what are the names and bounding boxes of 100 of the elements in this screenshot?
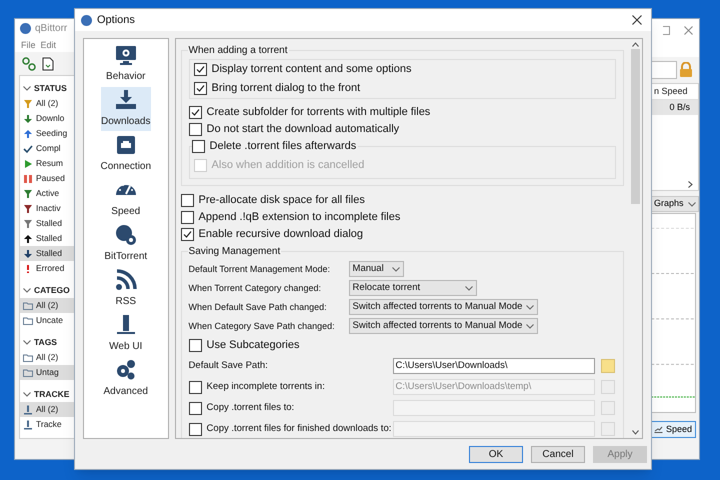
chart-icon	[654, 426, 663, 433]
checkbox[interactable]	[188, 123, 202, 136]
category-item[interactable]: BitTorrent	[100, 222, 151, 266]
play-icon	[23, 158, 33, 168]
dialog-button[interactable]: OK	[469, 446, 523, 462]
dialog-button[interactable]: Cancel	[531, 446, 585, 462]
speed-tab[interactable]: Speed	[651, 421, 696, 438]
sidebar-item[interactable]: Uncate	[20, 313, 74, 328]
up-arrow-icon	[23, 234, 33, 244]
checkbox[interactable]	[194, 82, 207, 95]
checkbox-label: Bring torrent dialog to the front	[212, 81, 360, 96]
window-title: qBittorr	[35, 22, 68, 36]
caret-icon	[464, 286, 473, 290]
sidebar-item[interactable]: Active	[20, 186, 74, 201]
table-cell: 0 B/s	[651, 100, 698, 115]
checkbox-label: Do not start the download automatically	[206, 122, 400, 138]
pause-icon	[23, 174, 33, 184]
checkbox-label: Use Subcategories	[206, 338, 300, 354]
group-title: Saving Management	[188, 244, 282, 259]
caret-icon	[526, 304, 534, 310]
dialog-title: Options	[97, 12, 136, 28]
search-field[interactable]	[651, 61, 677, 79]
down-arrow-icon	[23, 248, 33, 258]
checkbox[interactable]	[188, 106, 202, 119]
checkbox[interactable]	[194, 63, 207, 76]
sidebar-item[interactable]: Inactiv	[20, 201, 74, 216]
dropdown[interactable]: Switch affected torrents to Manual Mode	[348, 318, 538, 334]
category-item[interactable]: Downloads	[100, 87, 151, 131]
caret-icon	[23, 288, 31, 292]
checkbox[interactable]	[180, 194, 194, 207]
section-header[interactable]: CATEGO	[34, 284, 70, 296]
add-link-icon[interactable]	[22, 56, 36, 71]
menu-item[interactable]: File	[21, 38, 36, 52]
section-header[interactable]: TRACKE	[34, 388, 70, 400]
caret-icon	[392, 266, 400, 272]
rss-icon	[114, 268, 138, 292]
sidebar-item[interactable]: Resum	[20, 156, 74, 171]
sidebar-item[interactable]: All (2)	[20, 298, 74, 313]
app-logo-icon	[81, 14, 92, 26]
category-item[interactable]: Connection	[100, 132, 151, 176]
checkbox[interactable]	[180, 228, 194, 241]
sidebar-item[interactable]: Stalled	[20, 231, 74, 246]
graphs-dropdown[interactable]: Graphs	[651, 196, 699, 212]
menu-item[interactable]: Edit	[40, 38, 56, 52]
section-header[interactable]: STATUS	[34, 82, 67, 94]
field-label: Copy .torrent files for finished downloads to:	[206, 422, 392, 436]
sidebar-item[interactable]: All (2)	[20, 350, 74, 365]
checkbox-label: Enable recursive download dialog	[198, 227, 364, 242]
checkbox[interactable]	[180, 211, 194, 224]
caret-icon	[688, 202, 696, 206]
group-title: When adding a torrent	[188, 43, 288, 58]
sidebar-item[interactable]: Downlo	[20, 111, 74, 126]
category-item[interactable]: Web UI	[100, 312, 151, 356]
checkbox-label: Also when addition is cancelled	[212, 158, 364, 174]
caret-icon	[526, 324, 534, 328]
category-item[interactable]: Advanced	[100, 357, 151, 401]
field-label: Default Torrent Management Mode:	[188, 264, 330, 274]
scrollbar[interactable]	[629, 39, 642, 438]
dropdown[interactable]: Relocate torrent	[348, 280, 477, 296]
sidebar-item[interactable]: Tracke	[20, 417, 74, 432]
down-arrow-icon	[23, 114, 33, 124]
category-item[interactable]: Behavior	[100, 42, 151, 86]
add-file-icon[interactable]	[42, 56, 54, 71]
field-label: Default Save Path:	[188, 358, 268, 373]
scrollbar-thumb[interactable]	[631, 49, 640, 204]
path-field[interactable]: C:\Users\User\Downloads\	[392, 358, 595, 374]
sidebar-item[interactable]: Errored	[20, 261, 74, 276]
checkbox[interactable]	[188, 339, 202, 352]
checkmark-icon	[23, 144, 33, 154]
checkbox-label: Append .!qB extension to incomplete files	[198, 210, 400, 226]
sidebar-item[interactable]: Compl	[20, 141, 74, 156]
close-icon[interactable]	[632, 15, 642, 25]
up-arrow-icon	[23, 128, 33, 138]
scroll-right-icon[interactable]	[688, 180, 693, 188]
field-label: Keep incomplete torrents in:	[206, 380, 325, 394]
maximize-icon[interactable]	[663, 26, 670, 34]
sidebar-item[interactable]: All (2)	[20, 402, 74, 417]
sidebar-item[interactable]: Stalled	[20, 246, 74, 261]
checkbox[interactable]	[192, 140, 205, 153]
dropdown[interactable]: Manual	[348, 261, 404, 277]
app-logo-icon	[20, 23, 31, 34]
checkbox-label: Pre-allocate disk space for all files	[198, 193, 365, 208]
dropdown[interactable]: Switch affected torrents to Manual Mode	[348, 299, 538, 315]
sidebar-item[interactable]: Seeding	[20, 126, 74, 141]
sidebar-item[interactable]: Untag	[20, 365, 74, 380]
checkbox-label: Create subfolder for torrents with multiple files	[206, 105, 430, 120]
sidebar-item[interactable]: Stalled	[20, 216, 74, 231]
sidebar-item[interactable]: All (2)	[20, 96, 74, 111]
field-label: When Torrent Category changed:	[188, 282, 321, 293]
category-item[interactable]: RSS	[100, 267, 151, 311]
field-label: When Default Save Path changed:	[188, 302, 327, 312]
tracker-icon	[23, 420, 33, 430]
section-header[interactable]: TAGS	[34, 336, 57, 348]
scroll-up-icon[interactable]	[632, 42, 639, 47]
checkbox-label: Delete .torrent files afterwards	[210, 139, 356, 154]
field-label: Copy .torrent files to:	[206, 400, 294, 415]
category-item[interactable]: Speed	[100, 177, 151, 221]
tracker-icon	[23, 404, 33, 414]
scroll-down-icon[interactable]	[632, 430, 639, 435]
sidebar-item[interactable]: Paused	[20, 171, 74, 186]
